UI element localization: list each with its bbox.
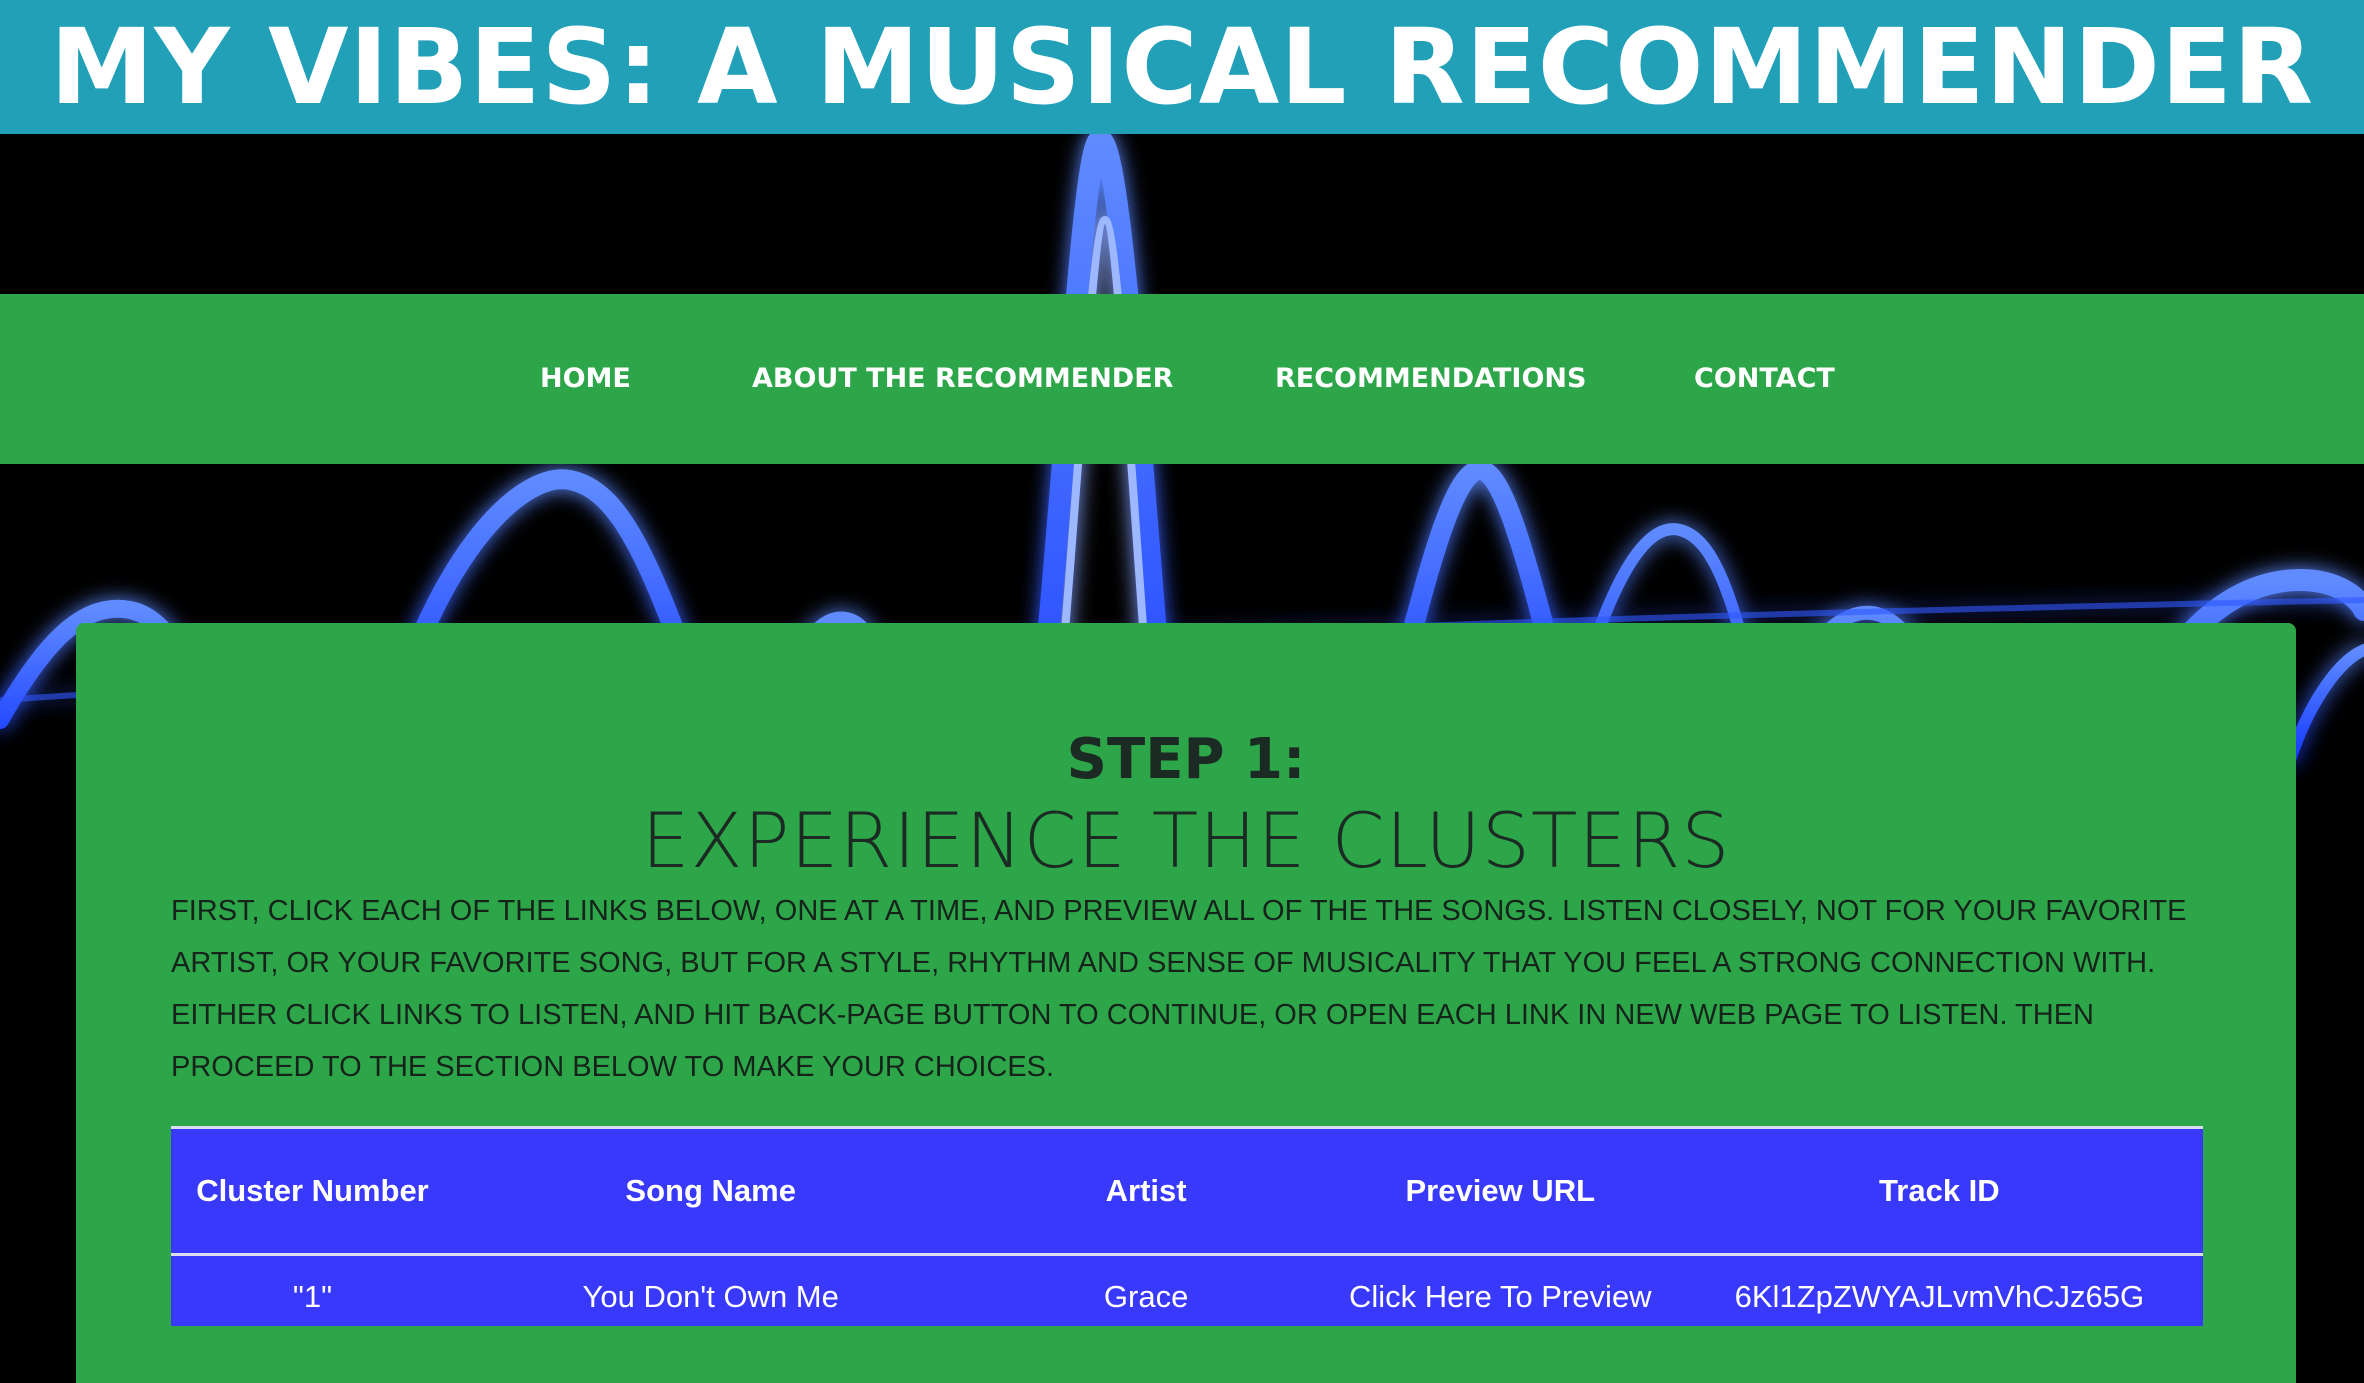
cell-song-name: You Don't Own Me <box>582 1279 839 1314</box>
step-subheading: EXPERIENCE THE CLUSTERS <box>641 796 1731 885</box>
header-preview-url: Preview URL <box>1324 1127 1676 1256</box>
nav-home[interactable]: HOME <box>540 294 631 464</box>
step-instructions: FIRST, CLICK EACH OF THE LINKS BELOW, ON… <box>171 895 2187 1083</box>
site-title: MY VIBES: A MUSICAL RECOMMENDER <box>49 6 2315 128</box>
preview-link[interactable]: Click Here To Preview <box>1349 1279 1652 1314</box>
cell-artist: Grace <box>1103 1279 1189 1314</box>
site-header: MY VIBES: A MUSICAL RECOMMENDER <box>0 0 2364 134</box>
header-cluster-number: Cluster Number <box>171 1127 454 1256</box>
step-1-panel: STEP 1: EXPERIENCE THE CLUSTERS FIRST, C… <box>76 623 2296 1383</box>
nav-about-the-recommender[interactable]: ABOUT THE RECOMMENDER <box>752 294 1173 464</box>
nav-contact[interactable]: CONTACT <box>1694 294 1835 464</box>
table-header-row: Cluster Number Song Name Artist Preview … <box>171 1127 2203 1256</box>
header-song-name: Song Name <box>453 1127 968 1256</box>
cell-preview-url: Click Here To Preview <box>1325 1255 1676 1327</box>
main-nav: HOME ABOUT THE RECOMMENDER RECOMMENDATIO… <box>0 294 2364 464</box>
header-track-id: Track ID <box>1675 1127 2203 1256</box>
cell-track-id: 6Kl1ZpZWYAJLvmVhCJz65G <box>1734 1279 2145 1314</box>
table-row: "1" You Don't Own Me Grace Click Here To… <box>171 1255 2203 1327</box>
step-heading: STEP 1: <box>1066 727 1306 792</box>
nav-recommendations[interactable]: RECOMMENDATIONS <box>1275 294 1586 464</box>
header-artist: Artist <box>967 1127 1325 1256</box>
cell-cluster-number: "1" <box>292 1279 333 1314</box>
clusters-table-wrapper: Cluster Number Song Name Artist Preview … <box>171 1126 2203 1326</box>
clusters-table: Cluster Number Song Name Artist Preview … <box>171 1126 2203 1326</box>
